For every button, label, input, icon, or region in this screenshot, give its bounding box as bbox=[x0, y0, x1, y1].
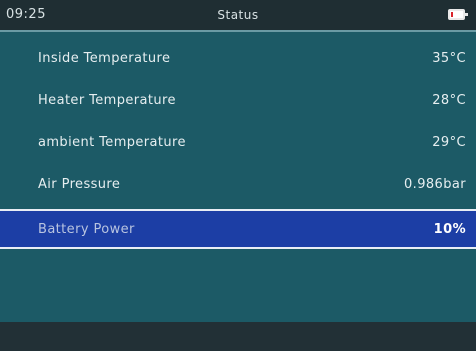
status-row-inside-temperature[interactable]: Inside Temperature 35°C bbox=[0, 38, 476, 80]
row-label: Battery Power bbox=[38, 222, 135, 237]
row-value: 10% bbox=[433, 222, 466, 237]
status-row-air-pressure[interactable]: Air Pressure 0.986bar bbox=[0, 164, 476, 206]
row-value: 0.986bar bbox=[404, 177, 466, 192]
row-value: 35°C bbox=[432, 51, 466, 66]
row-value: 29°C bbox=[432, 135, 466, 150]
row-label: ambient Temperature bbox=[38, 135, 186, 150]
bottom-bar bbox=[0, 322, 476, 351]
status-row-battery-power-selected[interactable]: Battery Power 10% bbox=[0, 209, 476, 249]
status-row-ambient-temperature[interactable]: ambient Temperature 29°C bbox=[0, 122, 476, 164]
battery-low-icon bbox=[448, 9, 468, 20]
divider bbox=[0, 30, 476, 32]
row-value: 28°C bbox=[432, 93, 466, 108]
status-bar: 09:25 Status bbox=[0, 0, 476, 30]
screen-title: Status bbox=[217, 8, 259, 22]
status-row-heater-temperature[interactable]: Heater Temperature 28°C bbox=[0, 80, 476, 122]
battery-fill bbox=[451, 12, 453, 17]
row-label: Inside Temperature bbox=[38, 51, 171, 66]
battery-tip bbox=[465, 13, 468, 16]
status-screen: 09:25 Status Inside Temperature 35°C Hea… bbox=[0, 0, 476, 351]
row-label: Air Pressure bbox=[38, 177, 121, 192]
row-label: Heater Temperature bbox=[38, 93, 176, 108]
